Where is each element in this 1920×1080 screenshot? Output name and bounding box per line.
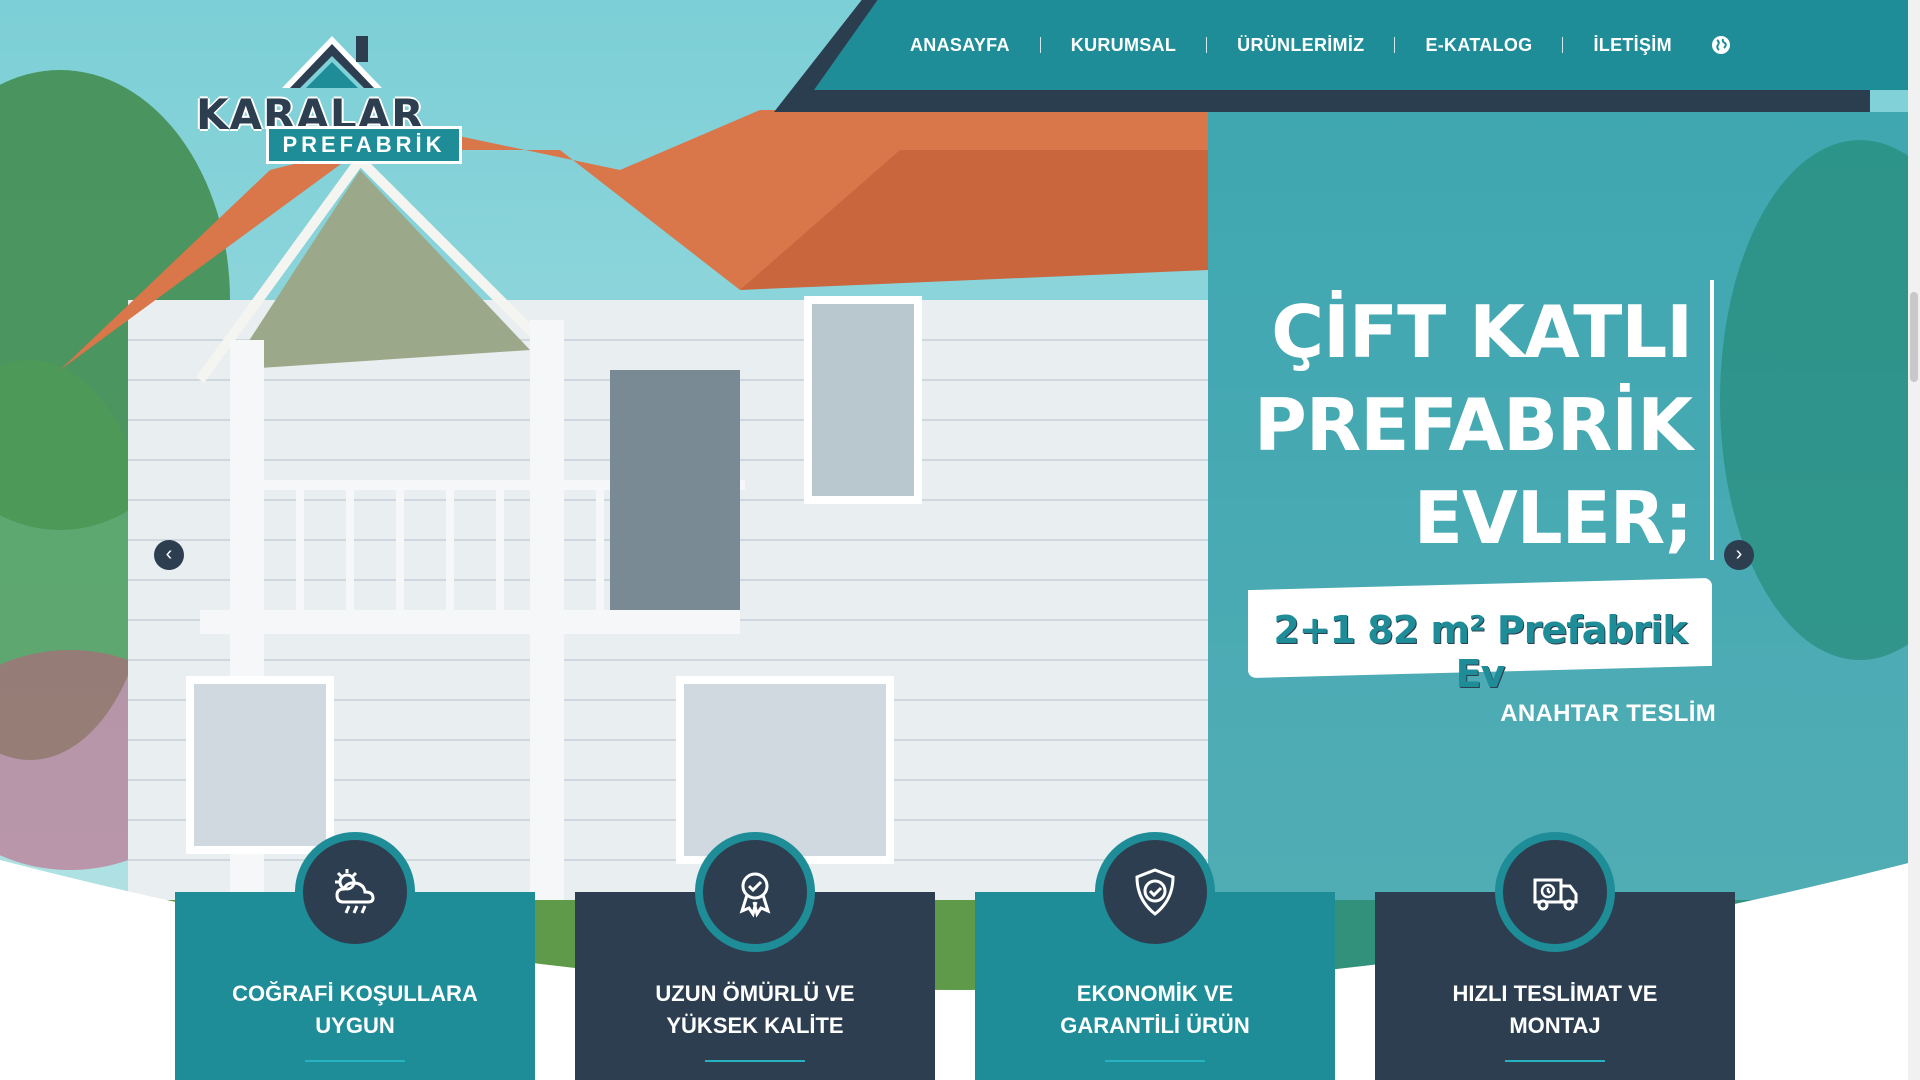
feature-underline (305, 1060, 405, 1062)
nav-item-urunlerimiz[interactable]: ÜRÜNLERİMİZ (1207, 35, 1394, 56)
scrollbar-thumb[interactable] (1910, 292, 1918, 382)
hero-title-line: PREFABRİK (1254, 383, 1693, 467)
feature-label-line: EKONOMİK VE (1076, 981, 1234, 1006)
feature-card-quality[interactable]: UZUN ÖMÜRLÜ VE YÜKSEK KALİTE (575, 832, 935, 1080)
main-nav: ANASAYFA KURUMSAL ÜRÜNLERİMİZ E-KATALOG … (880, 0, 1732, 90)
feature-label-line: MONTAJ (1509, 1013, 1601, 1038)
feature-label: HIZLI TESLİMAT VE MONTAJ (1395, 978, 1715, 1042)
house-roof-logo-icon (282, 36, 382, 88)
feature-card-guarantee[interactable]: EKONOMİK VE GARANTİLİ ÜRÜN (975, 832, 1335, 1080)
hero-title-line: ÇİFT KATLI (1271, 290, 1693, 374)
shield-check-icon (1095, 832, 1215, 952)
feature-label-line: YÜKSEK KALİTE (666, 1013, 844, 1038)
nav-item-anasayfa[interactable]: ANASAYFA (880, 35, 1040, 56)
hero-title-accent-bar (1710, 280, 1714, 560)
brand-logo[interactable]: KARALAR PREFABRİK (196, 28, 462, 164)
feature-card-delivery[interactable]: HIZLI TESLİMAT VE MONTAJ (1375, 832, 1735, 1080)
feature-label-line: COĞRAFİ KOŞULLARA (232, 981, 478, 1006)
brand-sub: PREFABRİK (266, 126, 462, 164)
hero-title: ÇİFT KATLI PREFABRİK EVLER; (1092, 286, 1693, 565)
feature-card-geography[interactable]: COĞRAFİ KOŞULLARA UYGUN (175, 832, 535, 1080)
feature-label-line: HIZLI TESLİMAT VE (1452, 981, 1658, 1006)
hero-title-line: EVLER; (1413, 476, 1693, 560)
feature-label: UZUN ÖMÜRLÜ VE YÜKSEK KALİTE (595, 978, 915, 1042)
globe-icon[interactable] (1710, 34, 1732, 56)
feature-label-line: GARANTİLİ ÜRÜN (1060, 1013, 1250, 1038)
feature-label: EKONOMİK VE GARANTİLİ ÜRÜN (995, 978, 1315, 1042)
nav-item-iletisim[interactable]: İLETİŞİM (1563, 35, 1701, 56)
delivery-truck-icon (1495, 832, 1615, 952)
hero-subtitle: ANAHTAR TESLİM (1500, 700, 1716, 727)
slider-next-arrow[interactable]: › (1724, 540, 1754, 570)
feature-underline (1105, 1060, 1205, 1062)
page-scrollbar[interactable] (1908, 0, 1920, 1080)
feature-label: COĞRAFİ KOŞULLARA UYGUN (195, 978, 515, 1042)
feature-label-line: UYGUN (315, 1013, 395, 1038)
slider-prev-arrow[interactable]: ‹ (154, 540, 184, 570)
feature-underline (1505, 1060, 1605, 1062)
nav-item-e-katalog[interactable]: E-KATALOG (1395, 35, 1562, 56)
nav-item-kurumsal[interactable]: KURUMSAL (1041, 35, 1206, 56)
feature-underline (705, 1060, 805, 1062)
hero-badge-text: 2+1 82 m² Prefabrik Ev (1273, 608, 1687, 696)
weather-icon (295, 832, 415, 952)
feature-label-line: UZUN ÖMÜRLÜ VE (655, 981, 855, 1006)
award-ribbon-icon (695, 832, 815, 952)
